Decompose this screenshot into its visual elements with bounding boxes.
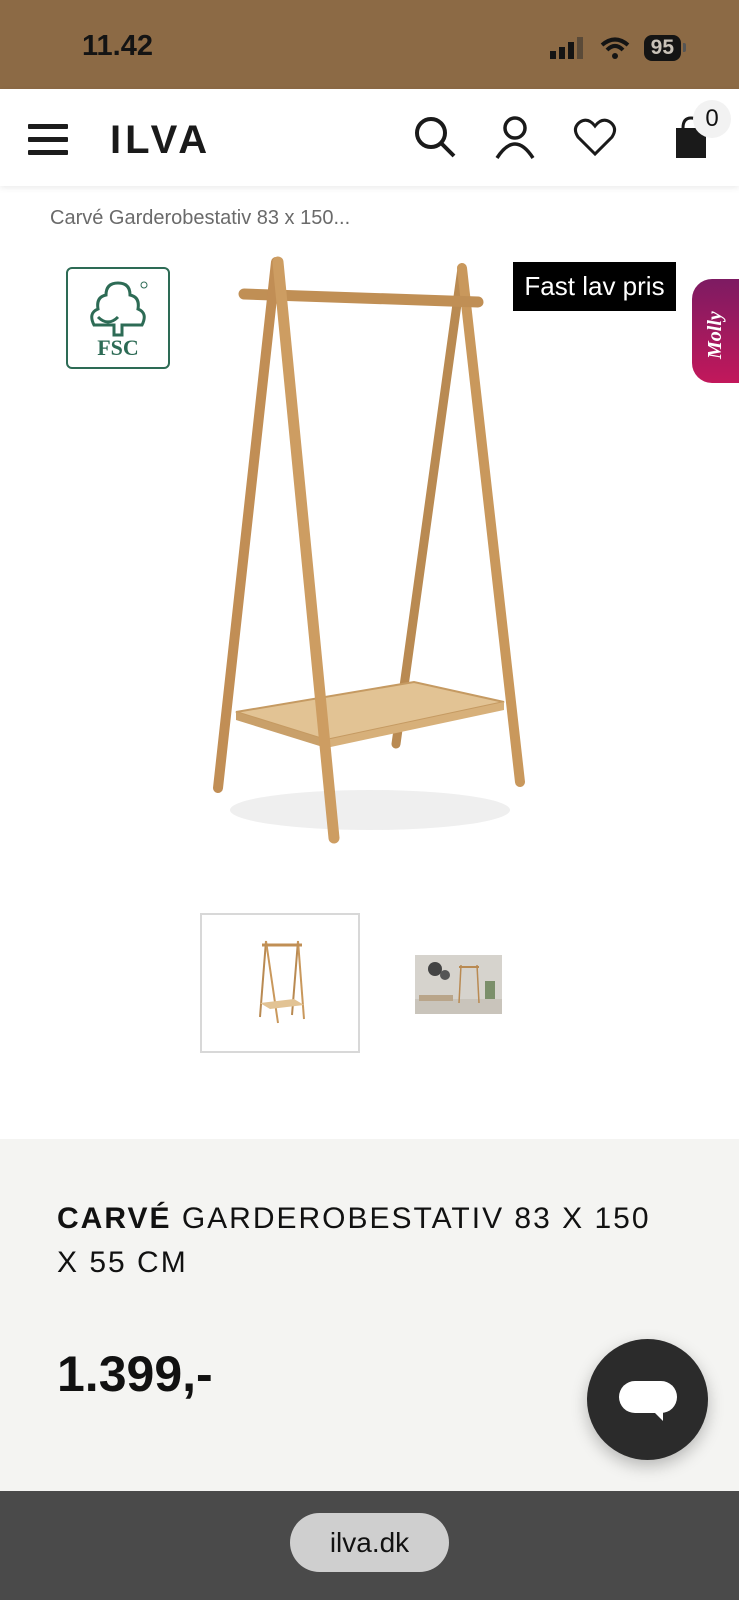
chat-icon (619, 1381, 677, 1413)
fsc-logo: FSC (66, 267, 170, 369)
chat-icon-tail (651, 1409, 663, 1421)
user-icon[interactable] (492, 114, 538, 160)
thumbnail-1-image (259, 940, 305, 1024)
breadcrumb[interactable]: Carvé Garderobestativ 83 x 150... (50, 207, 350, 230)
logo[interactable]: ILVA (110, 118, 211, 163)
product-title: CARVÉ GARDEROBESTATIV 83 X 150 X 55 CM (57, 1197, 677, 1285)
cart-count-badge: 0 (693, 100, 731, 138)
product-image[interactable] (200, 250, 540, 850)
molly-label: Molly (704, 311, 726, 359)
battery-icon: 95 (643, 35, 687, 61)
thumbnail-2[interactable] (415, 955, 502, 1014)
thumbnail-2-image (415, 955, 502, 1014)
wifi-icon (600, 37, 629, 59)
fsc-label: FSC (97, 335, 139, 360)
molly-side-tab[interactable]: Molly (692, 279, 739, 383)
status-time: 11.42 (82, 30, 153, 62)
product-price: 1.399,- (57, 1346, 213, 1402)
status-icons: 95 (549, 34, 687, 62)
search-icon[interactable] (412, 114, 458, 160)
thumbnail-1[interactable] (200, 913, 360, 1053)
url-bar[interactable]: ilva.dk (290, 1513, 449, 1572)
product-brand: CARVÉ (57, 1202, 172, 1235)
menu-icon[interactable] (28, 124, 68, 158)
chat-button[interactable] (587, 1339, 708, 1460)
signal-icon (549, 37, 583, 59)
heart-icon[interactable] (572, 114, 618, 160)
